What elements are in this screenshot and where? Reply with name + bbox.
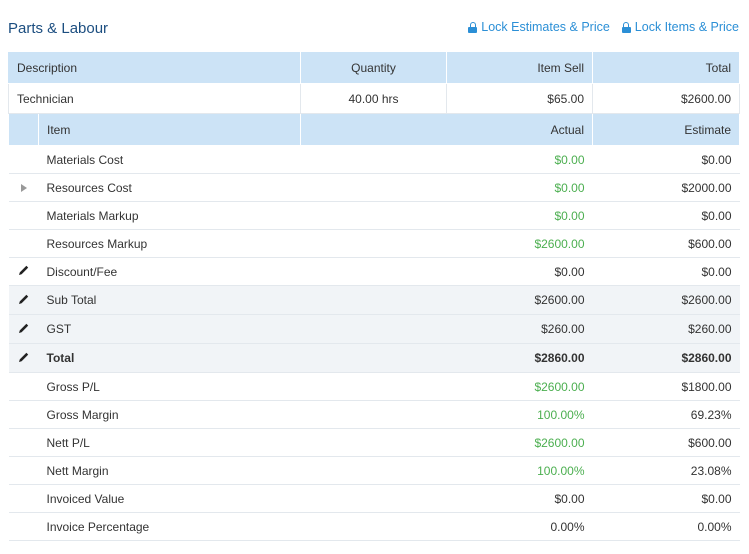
edit-pencil-icon[interactable] [18, 264, 30, 276]
row-label: Materials Markup [38, 201, 301, 230]
summary-row-gst: GST $260.00 $260.00 [8, 314, 740, 344]
row-actual: $2600.00 [300, 372, 593, 401]
parts-labour-table: Description Quantity Item Sell Total Tec… [8, 51, 740, 541]
summary-row-materials-markup: Materials Markup $0.00 $0.00 [8, 201, 740, 230]
expand-arrow-icon[interactable] [20, 183, 27, 192]
row-actual: $0.00 [300, 484, 593, 513]
summary-row-gross-pl: Gross P/L $2600.00 $1800.00 [8, 372, 740, 401]
summary-row-total: Total $2860.00 $2860.00 [8, 343, 740, 373]
row-label: Nett Margin [38, 456, 301, 485]
row-actual: $0.00 [300, 173, 593, 202]
lock-items-link[interactable]: Lock Items & Price [621, 20, 739, 34]
summary-row-sub-total: Sub Total $2600.00 $2600.00 [8, 285, 740, 315]
labour-item-sell: $65.00 [446, 83, 593, 114]
row-actual: $2600.00 [300, 285, 593, 315]
row-label: Resources Cost [38, 173, 301, 202]
lock-links: Lock Estimates & Price Lock Items & Pric… [468, 20, 739, 34]
edit-pencil-icon[interactable] [18, 322, 30, 334]
column-header-item-sell[interactable]: Item Sell [446, 51, 593, 84]
row-estimate: $0.00 [592, 201, 740, 230]
labour-quantity: 40.00 hrs [300, 83, 447, 114]
row-estimate: $0.00 [592, 145, 740, 174]
summary-row-resources-markup: Resources Markup $2600.00 $600.00 [8, 229, 740, 258]
row-actual: 0.00% [300, 512, 593, 541]
labour-description: Technician [8, 83, 301, 114]
column-header-description[interactable]: Description [8, 51, 301, 84]
row-estimate: 69.23% [592, 400, 740, 429]
row-estimate: $600.00 [592, 428, 740, 457]
row-label: Nett P/L [38, 428, 301, 457]
row-actual: $0.00 [300, 201, 593, 230]
row-label: Resources Markup [38, 229, 301, 258]
row-estimate: $0.00 [592, 257, 740, 286]
row-actual: $260.00 [300, 314, 593, 344]
row-actual: $0.00 [300, 145, 593, 174]
column-header-quantity[interactable]: Quantity [300, 51, 447, 84]
summary-row-gross-margin: Gross Margin 100.00% 69.23% [8, 400, 740, 429]
labour-row[interactable]: Technician 40.00 hrs $65.00 $2600.00 [8, 83, 740, 114]
section-title: Parts & Labour [8, 20, 109, 37]
summary-row-invoiced-value: Invoiced Value $0.00 $0.00 [8, 484, 740, 513]
row-actual: $0.00 [300, 257, 593, 286]
row-estimate: 0.00% [592, 512, 740, 541]
summary-header-spacer [8, 113, 39, 146]
column-header-item: Item [38, 113, 301, 146]
lock-items-label: Lock Items & Price [634, 20, 739, 34]
row-label: Discount/Fee [38, 257, 301, 286]
row-estimate: $1800.00 [592, 372, 740, 401]
row-estimate: $0.00 [592, 484, 740, 513]
labour-total: $2600.00 [592, 83, 740, 114]
row-actual: $2860.00 [300, 343, 593, 373]
column-header-actual: Actual [300, 113, 593, 146]
row-estimate: $2000.00 [592, 173, 740, 202]
edit-pencil-icon[interactable] [18, 293, 30, 305]
summary-row-nett-margin: Nett Margin 100.00% 23.08% [8, 456, 740, 485]
row-label: Materials Cost [38, 145, 301, 174]
row-estimate: $2860.00 [592, 343, 740, 373]
lock-icon [468, 21, 478, 33]
summary-header-row: Item Actual Estimate [8, 113, 740, 146]
edit-pencil-icon[interactable] [18, 351, 30, 363]
row-label: GST [38, 314, 301, 344]
row-label: Invoiced Value [38, 484, 301, 513]
row-label: Gross P/L [38, 372, 301, 401]
row-label: Total [38, 343, 301, 373]
row-actual: 100.00% [300, 456, 593, 485]
summary-row-discount-fee: Discount/Fee $0.00 $0.00 [8, 257, 740, 286]
row-actual: 100.00% [300, 400, 593, 429]
row-label: Invoice Percentage [38, 512, 301, 541]
summary-row-resources-cost: Resources Cost $0.00 $2000.00 [8, 173, 740, 202]
summary-row-nett-pl: Nett P/L $2600.00 $600.00 [8, 428, 740, 457]
column-header-estimate: Estimate [592, 113, 740, 146]
row-estimate: $2600.00 [592, 285, 740, 315]
row-label: Sub Total [38, 285, 301, 315]
summary-row-materials-cost: Materials Cost $0.00 $0.00 [8, 145, 740, 174]
row-estimate: 23.08% [592, 456, 740, 485]
row-actual: $2600.00 [300, 428, 593, 457]
summary-row-invoice-percentage: Invoice Percentage 0.00% 0.00% [8, 512, 740, 541]
lock-estimates-label: Lock Estimates & Price [481, 20, 610, 34]
lock-estimates-link[interactable]: Lock Estimates & Price [468, 20, 610, 34]
lock-icon [621, 21, 631, 33]
row-actual: $2600.00 [300, 229, 593, 258]
column-header-total[interactable]: Total [592, 51, 740, 84]
row-estimate: $260.00 [592, 314, 740, 344]
row-label: Gross Margin [38, 400, 301, 429]
labour-header-row: Description Quantity Item Sell Total [8, 51, 740, 84]
row-estimate: $600.00 [592, 229, 740, 258]
